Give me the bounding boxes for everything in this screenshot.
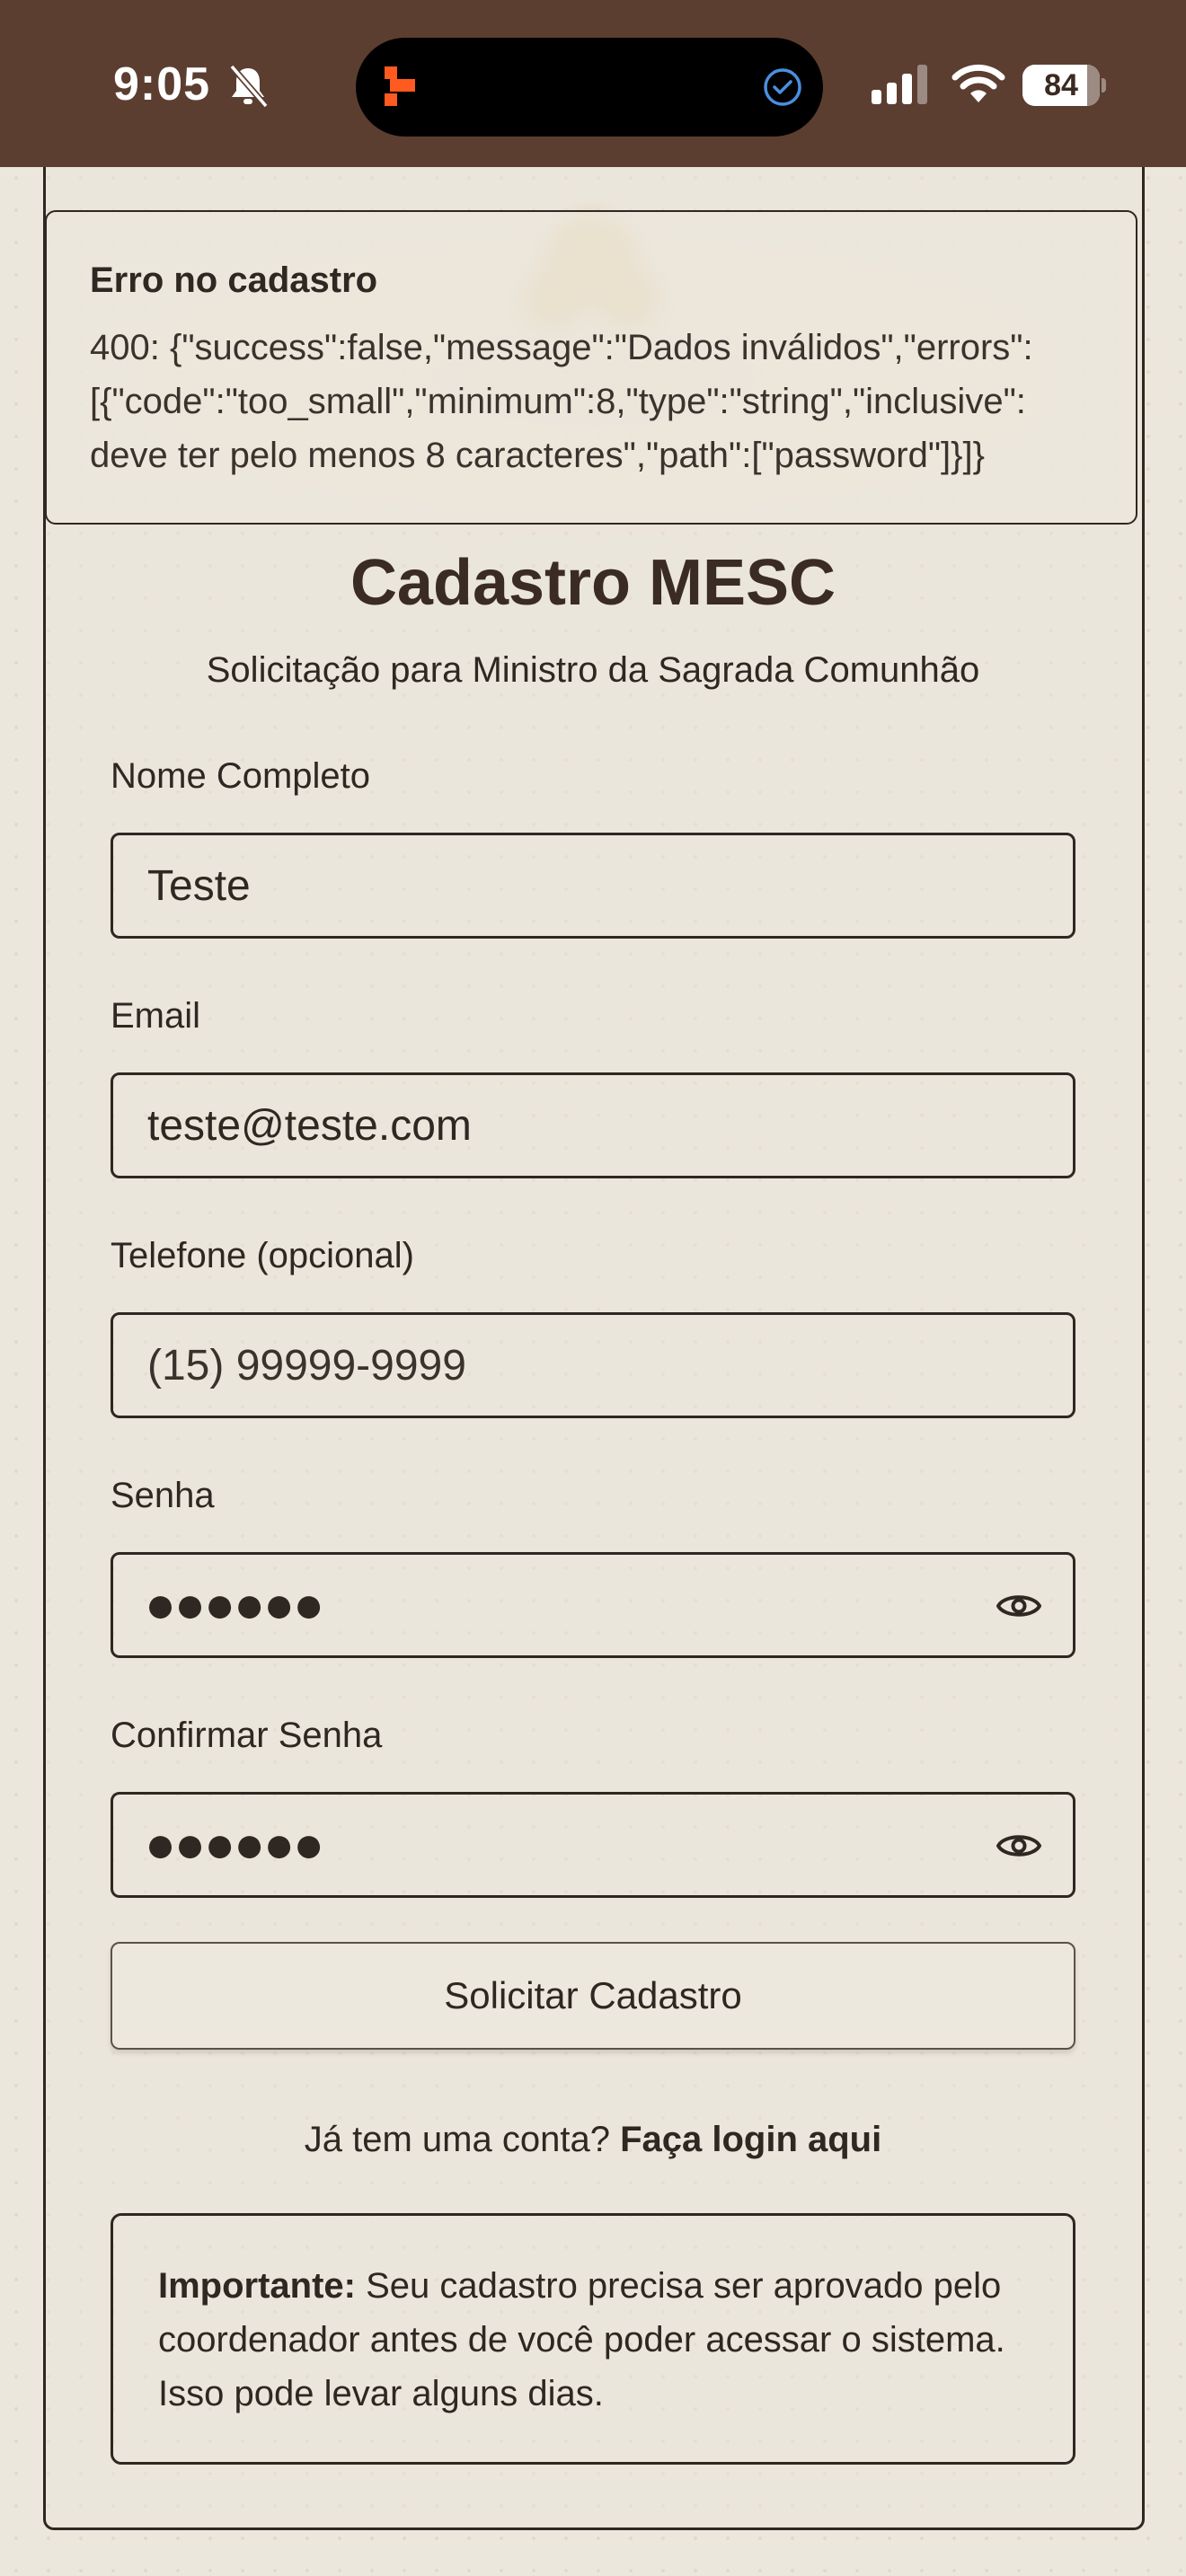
page-subtitle: Solicitação para Ministro da Sagrada Com… (206, 650, 980, 690)
cellular-signal-icon (872, 65, 927, 104)
status-bar: 9:05 84 (0, 0, 1186, 167)
password-label: Senha (111, 1476, 215, 1515)
status-time: 9:05 (113, 58, 211, 110)
page-title: Cadastro MESC (350, 547, 836, 619)
toast-title: Erro no cadastro (90, 260, 378, 300)
confirm-password-label: Confirmar Senha (111, 1716, 383, 1755)
bell-slash-icon (229, 64, 269, 109)
app-activity-icon (385, 66, 415, 106)
phone-label: Telefone (opcional) (111, 1236, 414, 1275)
eye-icon[interactable] (996, 1828, 1042, 1864)
battery-icon: 84 (1022, 65, 1106, 106)
toast-message: 400: {"success":false,"message":"Dados i… (90, 328, 1033, 475)
login-link[interactable]: Faça login aqui (620, 2120, 881, 2159)
name-input[interactable] (111, 833, 1075, 939)
error-toast[interactable]: Erro no cadastro 400: {"success":false,"… (45, 210, 1137, 525)
login-line: Já tem uma conta? Faça login aqui (0, 2120, 1186, 2160)
email-input[interactable] (111, 1072, 1075, 1178)
approval-notice: Importante: Seu cadastro precisa ser apr… (111, 2213, 1075, 2465)
password-masked-value: ●●●●●● (145, 1575, 324, 1634)
eye-icon[interactable] (996, 1588, 1042, 1624)
name-label: Nome Completo (111, 756, 371, 796)
check-circle-icon (764, 68, 801, 106)
phone-input[interactable] (111, 1312, 1075, 1418)
login-prompt: Já tem uma conta? (304, 2120, 610, 2159)
wifi-icon (951, 64, 1005, 102)
submit-button[interactable]: Solicitar Cadastro (111, 1942, 1075, 2050)
dynamic-island (356, 38, 823, 137)
battery-level: 84 (1044, 68, 1078, 102)
confirm-password-masked-value: ●●●●●● (145, 1815, 324, 1874)
email-label: Email (111, 996, 201, 1036)
notice-bold: Importante: (158, 2266, 356, 2306)
